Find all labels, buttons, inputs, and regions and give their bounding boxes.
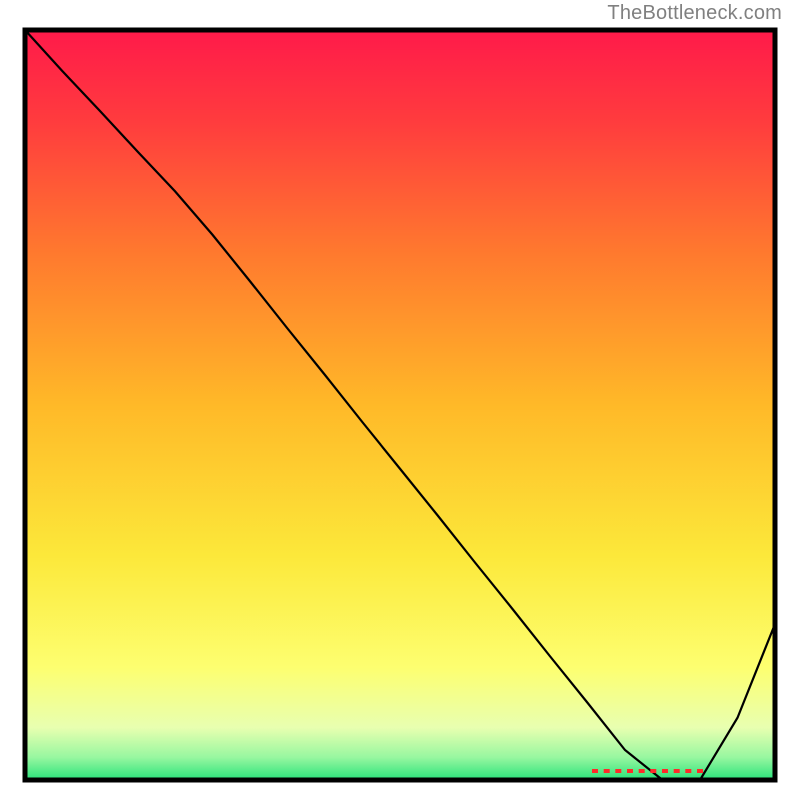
chart-svg (22, 27, 778, 783)
chart-background (25, 30, 775, 780)
chart-container (22, 27, 778, 783)
watermark-label: TheBottleneck.com (607, 2, 782, 25)
